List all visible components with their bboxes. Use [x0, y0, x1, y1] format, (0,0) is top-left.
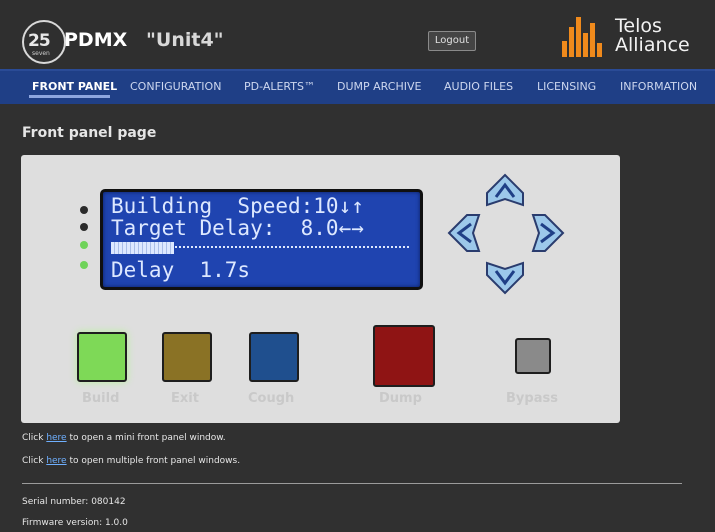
page-title: Front panel page — [22, 125, 157, 141]
link-line1-prefix: Click — [22, 433, 47, 443]
mini-front-panel-link[interactable]: here — [46, 433, 66, 443]
cough-button[interactable] — [249, 332, 299, 382]
dump-label: Dump — [379, 391, 422, 406]
tab-configuration[interactable]: CONFIGURATION — [130, 80, 221, 93]
link-line2-suffix: to open multiple front panel windows. — [66, 456, 241, 466]
header-bar: 25 seven PDMX "Unit4" Logout Telos Allia… — [0, 0, 715, 79]
status-led-4 — [80, 261, 88, 269]
firmware-version: Firmware version: 1.0.0 — [22, 518, 128, 528]
dump-button[interactable] — [373, 325, 435, 387]
lcd-line-1: Building Speed:10↓↑ — [111, 194, 364, 218]
arrow-down-icon[interactable] — [485, 255, 525, 295]
multiple-front-panel-link[interactable]: here — [46, 456, 66, 466]
status-led-2 — [80, 223, 88, 231]
brand-line2: Alliance — [615, 34, 690, 56]
telos-logo-icon — [562, 17, 602, 57]
bypass-button[interactable] — [515, 338, 551, 374]
link-line1-suffix: to open a mini front panel window. — [66, 433, 226, 443]
lcd-line-3: Delay 1.7s — [111, 258, 251, 282]
exit-button[interactable] — [162, 332, 212, 382]
unit-name: "Unit4" — [146, 29, 224, 51]
logo-subtext: seven — [32, 50, 50, 57]
cough-label: Cough — [248, 391, 295, 406]
tab-dump-archive[interactable]: DUMP ARCHIVE — [337, 80, 421, 93]
lcd-progress-fill — [111, 242, 174, 254]
active-tab-indicator — [29, 95, 110, 98]
serial-number: Serial number: 080142 — [22, 497, 126, 507]
product-name: PDMX — [64, 29, 128, 51]
multiple-panel-link-line: Click here to open multiple front panel … — [22, 456, 240, 466]
tab-information[interactable]: INFORMATION — [620, 80, 697, 93]
arrow-left-icon[interactable] — [447, 213, 487, 253]
tab-audio-files[interactable]: AUDIO FILES — [444, 80, 513, 93]
logout-button[interactable]: Logout — [428, 31, 476, 51]
logo-number: 25 — [28, 31, 51, 51]
main-nav: FRONT PANEL CONFIGURATION PD-ALERTS™ DUM… — [0, 69, 715, 104]
lcd-line-2: Target Delay: 8.0←→ — [111, 216, 364, 240]
status-led-1 — [80, 206, 88, 214]
exit-label: Exit — [171, 391, 199, 406]
tab-licensing[interactable]: LICENSING — [537, 80, 596, 93]
divider — [22, 483, 682, 484]
tab-front-panel[interactable]: FRONT PANEL — [32, 80, 117, 93]
link-line2-prefix: Click — [22, 456, 47, 466]
arrow-right-icon[interactable] — [525, 213, 565, 253]
mini-panel-link-line: Click here to open a mini front panel wi… — [22, 433, 226, 443]
telos-alliance-wordmark: Telos Alliance — [615, 17, 690, 55]
build-button[interactable] — [77, 332, 127, 382]
tab-pd-alerts[interactable]: PD-ALERTS™ — [244, 80, 315, 93]
build-label: Build — [82, 391, 120, 406]
bypass-label: Bypass — [506, 391, 558, 406]
lcd-display: Building Speed:10↓↑ Target Delay: 8.0←→ … — [100, 189, 423, 290]
front-panel: Building Speed:10↓↑ Target Delay: 8.0←→ … — [21, 155, 620, 423]
status-led-3 — [80, 241, 88, 249]
25-seven-logo: 25 seven — [22, 20, 66, 64]
arrow-up-icon[interactable] — [485, 173, 525, 213]
